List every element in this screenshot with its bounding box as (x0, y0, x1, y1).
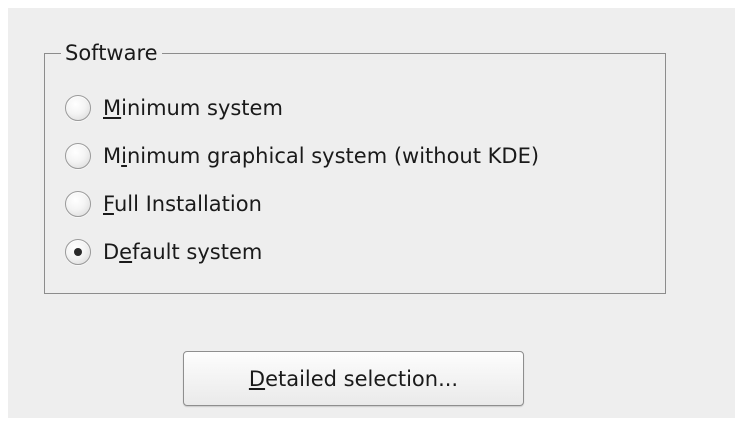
radio-button-icon[interactable] (65, 95, 91, 121)
radio-button-icon[interactable] (65, 143, 91, 169)
radio-button-icon[interactable] (65, 191, 91, 217)
software-group-title: Software (61, 40, 162, 66)
software-selection-panel: Software Minimum system Minimum graphica… (8, 8, 735, 418)
radio-option-full-installation[interactable]: Full Installation (65, 187, 262, 221)
radio-option-default-system[interactable]: Default system (65, 235, 262, 269)
radio-option-minimum-graphical-system[interactable]: Minimum graphical system (without KDE) (65, 139, 539, 173)
radio-label: Minimum graphical system (without KDE) (103, 144, 540, 168)
radio-label: Full Installation (103, 192, 262, 216)
detailed-selection-button[interactable]: Detailed selection... (183, 351, 524, 406)
radio-button-icon[interactable] (65, 239, 91, 265)
radio-selected-dot-icon (74, 248, 82, 256)
radio-label: Minimum system (103, 96, 283, 120)
radio-option-minimum-system[interactable]: Minimum system (65, 91, 283, 125)
radio-label: Default system (103, 240, 263, 264)
software-groupbox: Software Minimum system Minimum graphica… (44, 40, 666, 294)
